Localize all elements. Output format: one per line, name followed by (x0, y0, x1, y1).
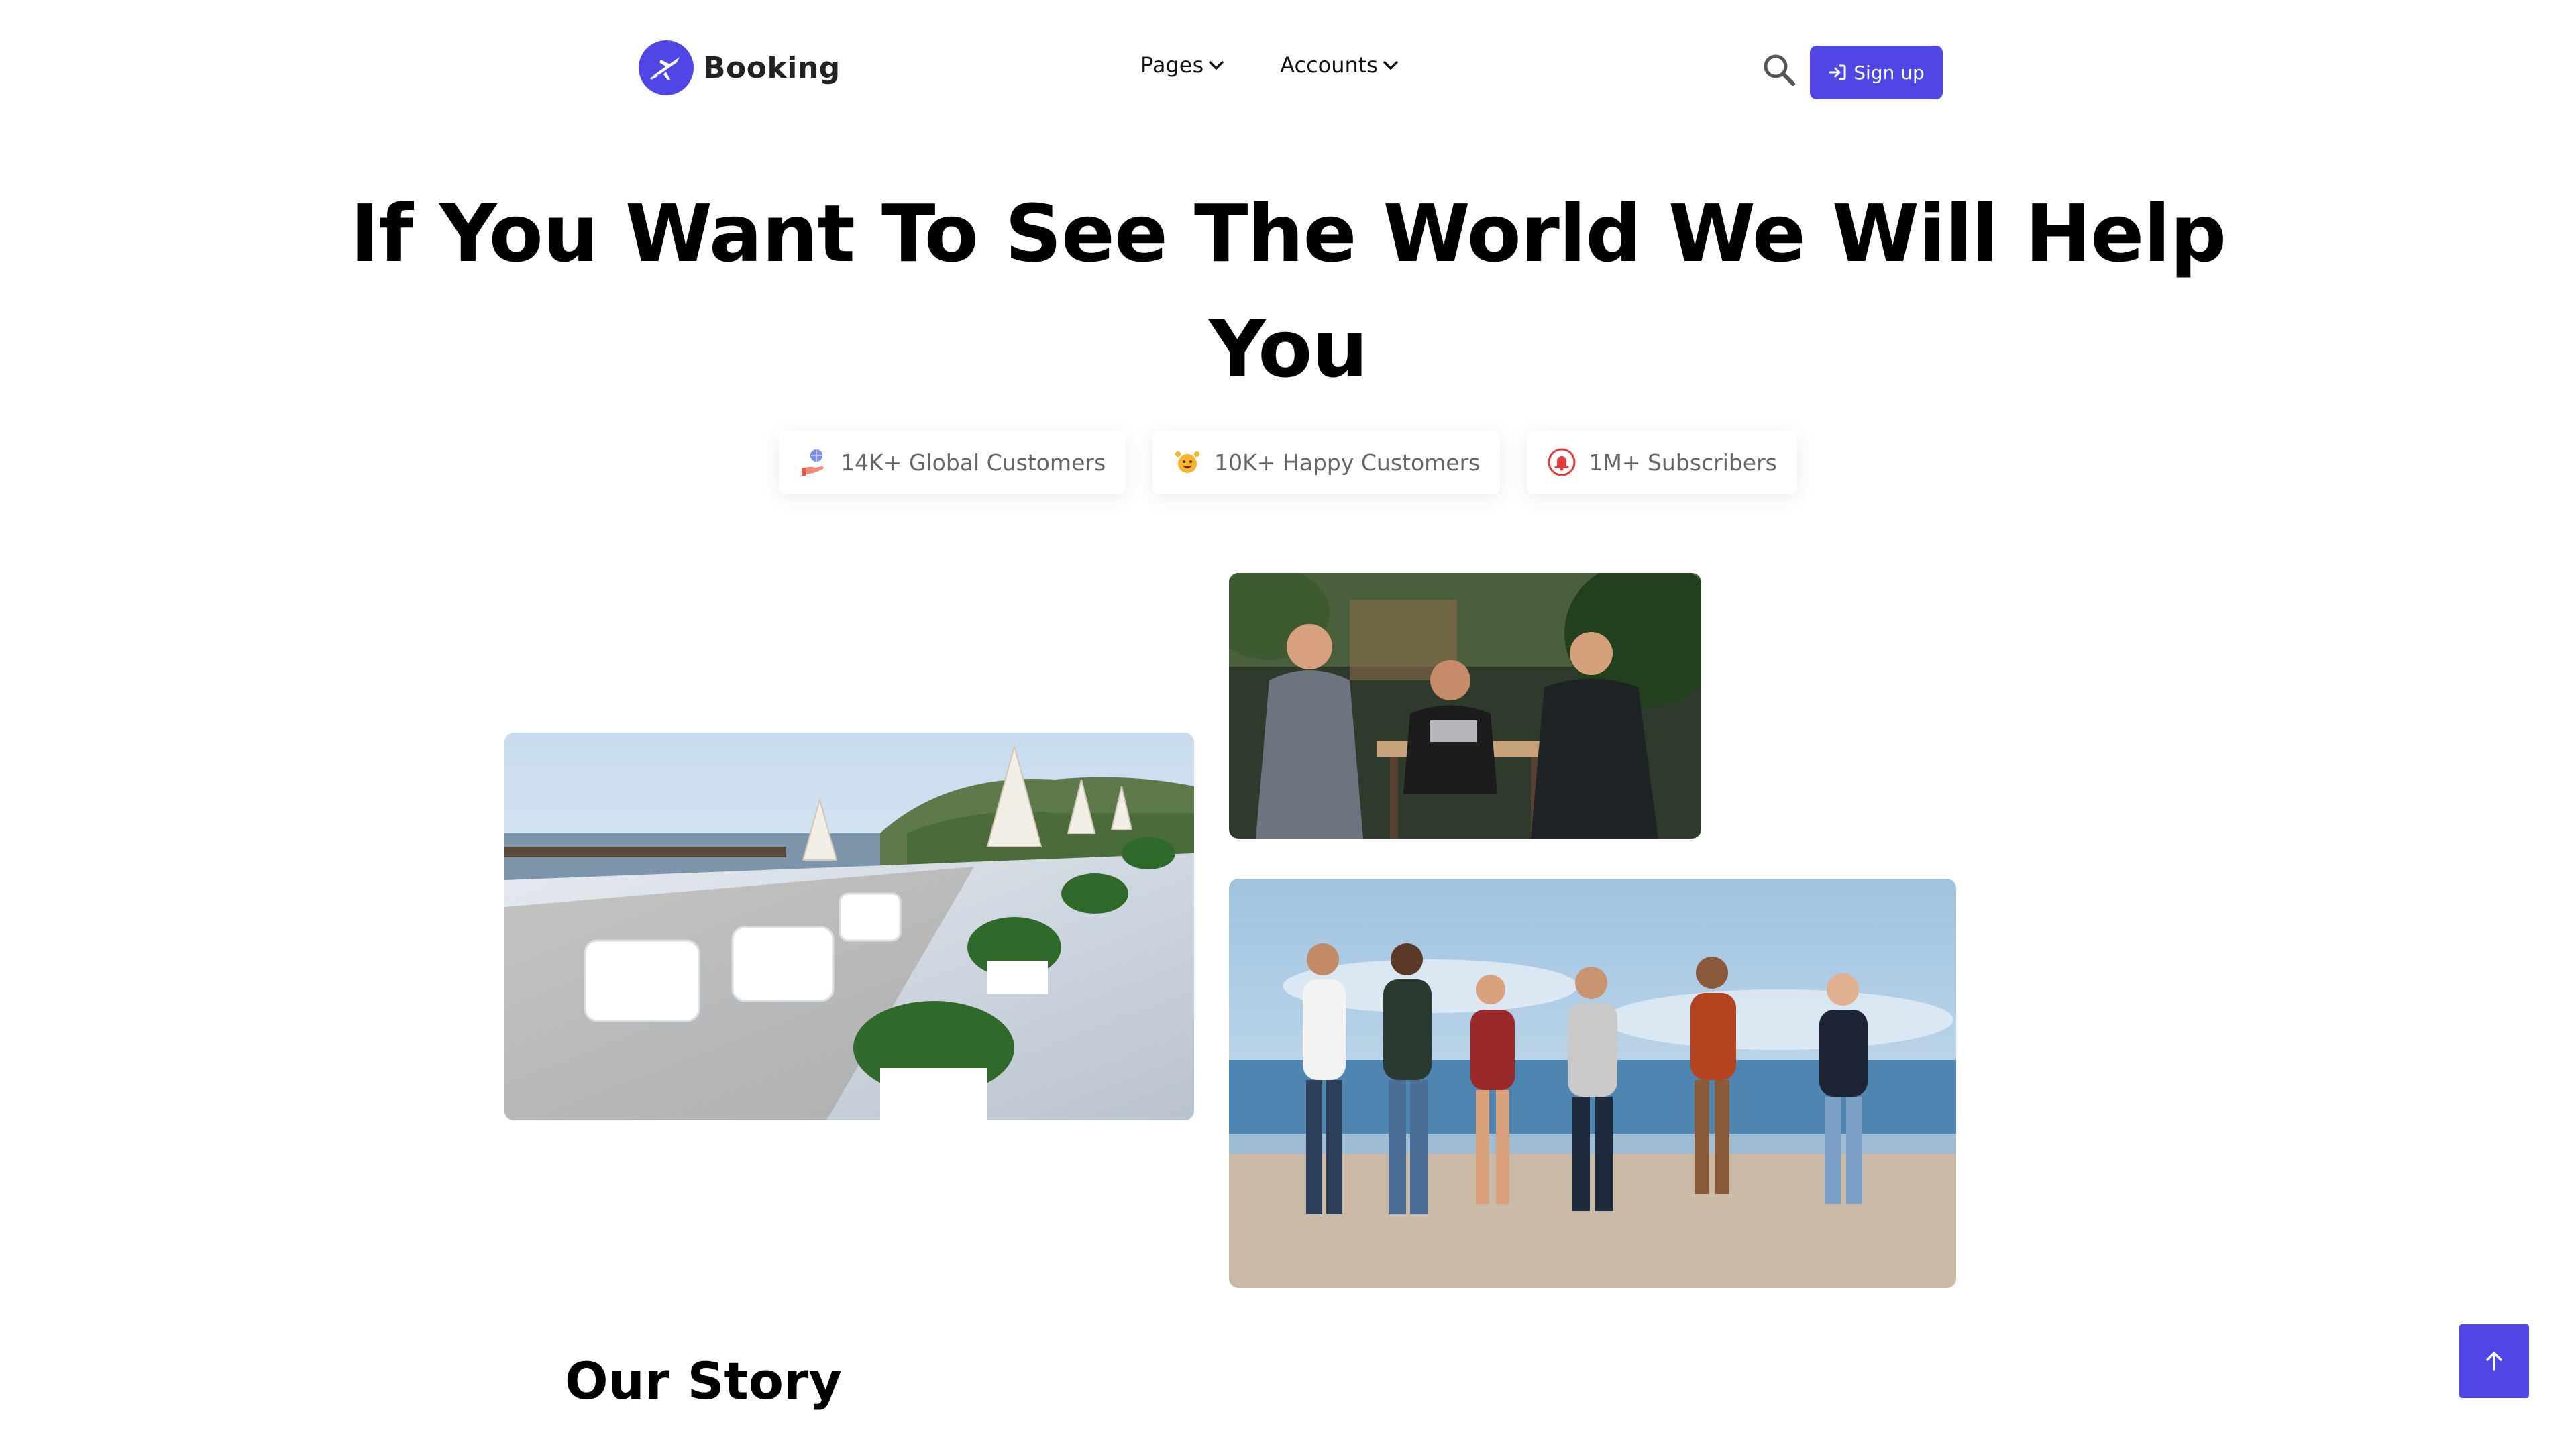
stats-row: 14K+ Global Customers 10K+ Happy Custome… (0, 431, 2576, 494)
page: Booking Pages Accounts Sign up If You Wa… (0, 0, 2576, 1449)
plane-icon (639, 40, 694, 95)
stat-subscribers: 1M+ Subscribers (1527, 431, 1797, 494)
cafe-friends-image (1229, 573, 1701, 839)
bell-icon (1548, 448, 1576, 476)
brand-logo[interactable]: Booking (639, 39, 841, 97)
nav-item-accounts[interactable]: Accounts (1280, 52, 1401, 78)
sign-in-icon (1829, 64, 1846, 80)
nav-item-pages[interactable]: Pages (1140, 52, 1226, 78)
chevron-down-icon (1209, 61, 1224, 70)
hero-title: If You Want To See The World We Will Hel… (0, 176, 2576, 407)
section-title-our-story: Our Story (565, 1351, 842, 1411)
stat-label: 10K+ Happy Customers (1214, 449, 1481, 476)
happy-face-icon (1175, 451, 1200, 473)
hero-title-line-1: If You Want To See The World We Will Hel… (350, 187, 2226, 280)
search-button[interactable] (1760, 51, 1798, 89)
globe-hand-icon (802, 449, 824, 476)
beach-friends-image (1229, 879, 1956, 1288)
stat-happy-customers: 10K+ Happy Customers (1152, 431, 1501, 494)
nav-item-label: Pages (1140, 52, 1204, 78)
stat-global-customers: 14K+ Global Customers (779, 431, 1126, 494)
brand-name: Booking (703, 50, 841, 85)
scroll-to-top-button[interactable] (2459, 1324, 2529, 1398)
hero-title-line-2: You (1208, 303, 1368, 395)
main-nav: Pages Accounts (1140, 52, 1401, 78)
nav-item-label: Accounts (1280, 52, 1379, 78)
arrow-up-icon (2486, 1352, 2502, 1371)
resort-deck-image (504, 733, 1194, 1120)
stat-label: 1M+ Subscribers (1589, 449, 1777, 476)
search-icon (1764, 54, 1795, 86)
sign-up-label: Sign up (1854, 61, 1925, 84)
sign-up-button[interactable]: Sign up (1810, 46, 1943, 99)
chevron-down-icon (1383, 61, 1398, 70)
stat-label: 14K+ Global Customers (841, 449, 1106, 476)
